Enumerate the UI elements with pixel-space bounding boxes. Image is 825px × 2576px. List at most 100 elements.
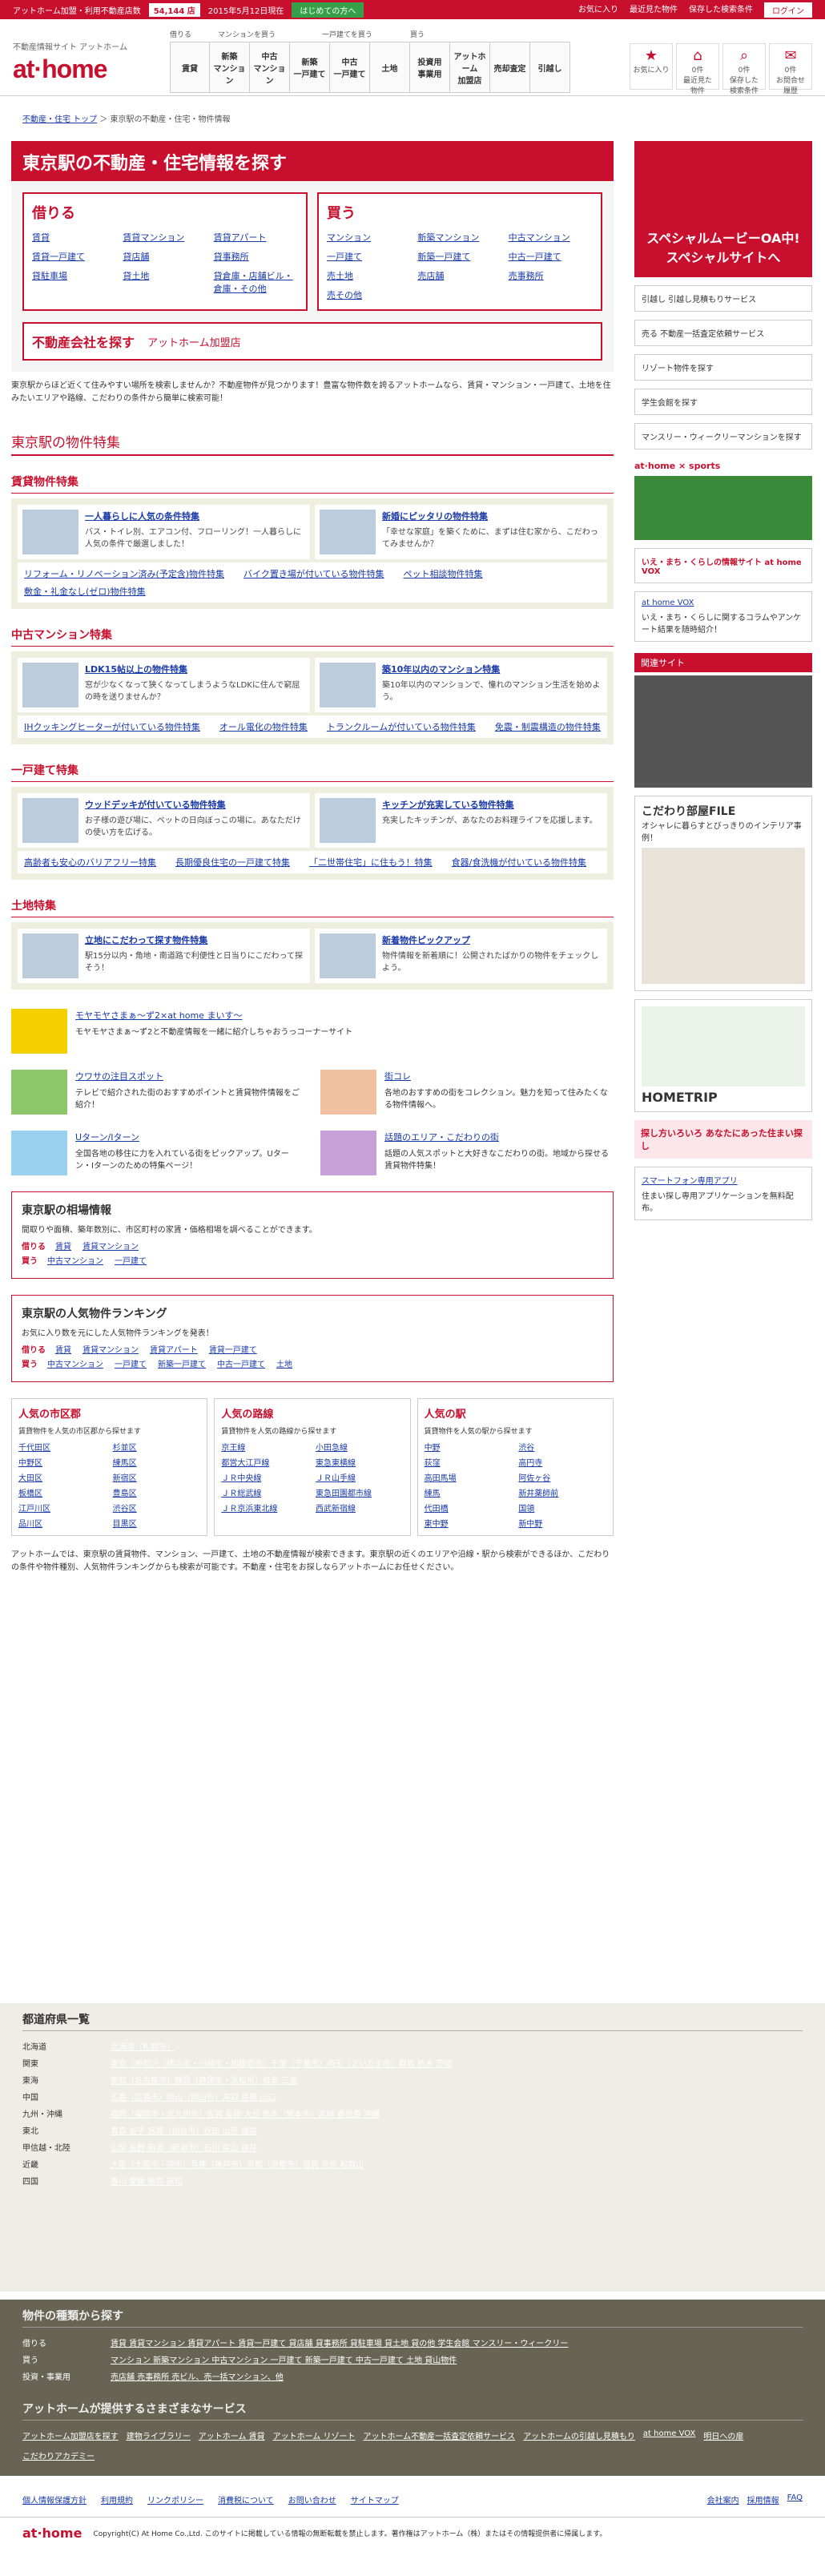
nav-item-7[interactable]: アットホーム 加盟店 [450,42,490,93]
rank-link[interactable]: 板橋区 [18,1486,107,1498]
search-link[interactable]: 売事務所 [509,269,593,282]
footer-link[interactable]: リンクポリシー [147,2493,203,2505]
sidebar-link[interactable]: リゾート物件を探す [634,354,812,381]
sidebar-link[interactable]: 売る 不動産一括査定依頼サービス [634,320,812,346]
saved-search-link[interactable]: 保存した検索条件 [689,2,753,18]
search-link[interactable]: 売土地 [327,269,411,282]
pref-links[interactable]: 山梨 長野 新潟（新潟市）石川 富山 福井 [111,2141,257,2153]
footer-right-link[interactable]: FAQ [787,2493,803,2505]
feature-item[interactable]: キッチンが充実している物件特集 充実したキッチンが、あなたのお料理ライフを応援しま… [315,793,607,848]
pref-links[interactable]: 東京（神奈川（横浜市・川崎市・相模原市）千葉（千葉市）埼玉（さいたま市）群馬 栃… [111,2057,452,2069]
pref-links[interactable]: 愛知（名古屋市）静岡（静岡市・浜松市）岐阜 三重 [111,2074,297,2086]
footer-logo[interactable]: at·home [22,2526,82,2541]
type-links[interactable]: マンション 新築マンション 中古マンション 一戸建て 新築一戸建て 中古一戸建て… [111,2353,457,2365]
link-row-item[interactable]: 新築一戸建て [158,1361,206,1369]
service-link[interactable]: アットホーム不動産一括査定依頼サービス [363,2429,515,2441]
footer-right-link[interactable]: 会社案内 [707,2493,739,2505]
feature-item-title[interactable]: 築10年以内のマンション特集 [382,663,602,675]
pref-links[interactable]: 北海道（札幌市） [111,2040,175,2052]
nav-item-1[interactable]: 新築 マンション [210,42,250,93]
footer-link[interactable]: 利用規約 [101,2493,133,2505]
service-link[interactable]: 明日への扉 [703,2429,743,2441]
service-link[interactable]: 建物ライブラリー [127,2429,191,2441]
rank-link[interactable]: 江戸川区 [18,1502,107,1514]
rank-link[interactable]: 東中野 [425,1517,513,1529]
rank-link[interactable]: 荻窪 [425,1456,513,1468]
search-link[interactable]: 貸店舗 [123,250,207,263]
search-link[interactable]: 売その他 [327,288,411,301]
feature-item[interactable]: 新婚にピッタリの物件特集 「幸せな家庭」を築くために、まずは住む家から、こだわって… [315,505,607,559]
search-link[interactable]: 貸倉庫・店舗ビル・倉庫・その他 [214,269,298,295]
rank-link[interactable]: 豊島区 [113,1486,201,1498]
header-icon-3[interactable]: ✉ 0件 お問合せ 履歴 [769,43,812,95]
rank-link[interactable]: 高田馬場 [425,1471,513,1483]
promo-item[interactable]: モヤモヤさまぁ～ず2×at home まいす～ モヤモヤさまぁ～ず2と不動産情報を… [11,1009,614,1054]
footer-link[interactable]: 個人情報保護方針 [22,2493,87,2505]
rank-link[interactable]: 京王線 [221,1441,309,1453]
search-link[interactable]: 賃貸アパート [214,231,298,244]
hometrip-card[interactable]: HOMETRIP [634,999,812,1112]
rank-link[interactable]: 大田区 [18,1471,107,1483]
rank-link[interactable]: 千代田区 [18,1441,107,1453]
rank-link[interactable]: 渋谷 [518,1441,606,1453]
rank-link[interactable]: 目黒区 [113,1517,201,1529]
link-row-item[interactable]: 一戸建て [115,1257,147,1266]
footer-link[interactable]: 消費税について [218,2493,274,2505]
logo[interactable]: at·home [13,54,107,84]
search-link[interactable]: 賃貸マンション [123,231,207,244]
app-card[interactable]: スマートフォン専用アプリ 住まい探し専用アプリケーションを無料配布。 [634,1167,812,1220]
promo-title[interactable]: モヤモヤさまぁ～ず2×at home まいす～ [75,1010,242,1021]
rank-link[interactable]: 都営大江戸線 [221,1456,309,1468]
link-row-item[interactable]: 一戸建て [115,1361,147,1369]
agent-card[interactable]: 不動産会社を探す アットホーム加盟店 [22,322,602,361]
search-link[interactable]: マンション [327,231,411,244]
feature-link[interactable]: 敷金・礼金なし(ゼロ)物件特集 [24,585,146,598]
rank-link[interactable]: 新井薬師前 [518,1486,606,1498]
feature-link[interactable]: IHクッキングヒーターが付いている物件特集 [24,720,200,733]
pref-links[interactable]: 大阪（大阪市・堺市）兵庫（神戸市）京都（京都市）滋賀 奈良 和歌山 [111,2158,364,2170]
feature-link[interactable]: 高齢者も安心のバリアフリー特集 [24,856,156,869]
nav-item-0[interactable]: 賃貸 [170,42,210,93]
pref-links[interactable]: 青森 岩手 宮城（仙台市）秋田 山形 福島 [111,2124,257,2136]
link-row-item[interactable]: 土地 [276,1361,292,1369]
service-link[interactable]: こだわりアカデミー [22,2449,95,2461]
vox-card[interactable]: at home VOX いえ・まち・くらしに関するコラムやアンケート結果を随時紹介… [634,591,812,642]
rank-link[interactable]: ＪＲ京浜東北線 [221,1502,309,1514]
rank-link[interactable]: 杉並区 [113,1441,201,1453]
recent-link[interactable]: 最近見た物件 [630,2,678,18]
rank-link[interactable]: 渋谷区 [113,1502,201,1514]
rank-link[interactable]: 代田橋 [425,1502,513,1514]
sidebar-link[interactable]: 引越し 引越し見積もりサービス [634,285,812,312]
beginner-link[interactable]: はじめての方へ [292,2,364,18]
feature-item-title[interactable]: ウッドデッキが付いている物件特集 [85,798,305,811]
link-row-item[interactable]: 中古一戸建て [217,1361,265,1369]
link-row-item[interactable]: 賃貸アパート [150,1346,198,1355]
search-link[interactable]: 中古マンション [509,231,593,244]
service-link[interactable]: アットホームの引越し見積もり [523,2429,635,2441]
feature-link[interactable]: バイク置き場が付いている物件特集 [243,567,384,580]
footer-link[interactable]: お問い合わせ [288,2493,336,2505]
search-link[interactable]: 中古一戸建て [509,250,593,263]
rank-link[interactable]: 阿佐ヶ谷 [518,1471,606,1483]
sports-banner[interactable]: at·home × sports [634,461,812,471]
feature-link[interactable]: オール電化の物件特集 [219,720,308,733]
nav-item-4[interactable]: 中古 一戸建て [330,42,370,93]
promo-title[interactable]: Uターン/Iターン [75,1132,139,1143]
login-button[interactable]: ログイン [764,2,812,18]
rank-link[interactable]: 東急田園都市線 [316,1486,404,1498]
search-link[interactable]: 新築一戸建て [417,250,501,263]
breadcrumb-home[interactable]: 不動産・住宅 トップ [22,115,97,124]
search-link[interactable]: 賃貸一戸建て [32,250,116,263]
search-link[interactable]: 賃貸 [32,231,116,244]
pref-links[interactable]: 香川 愛媛 徳島 高知 [111,2175,183,2187]
nav-item-5[interactable]: 土地 [370,42,410,93]
feature-link[interactable]: リフォーム・リノベーション済み(予定含)物件特集 [24,567,224,580]
nav-item-8[interactable]: 売却査定 [490,42,530,93]
header-icon-1[interactable]: ⌂ 0件 最近見た 物件 [676,43,719,95]
special-movie-banner[interactable]: スペシャルムービーOA中! スペシャルサイトへ [634,141,812,277]
pref-links[interactable]: 広島（広島市）岡山（岡山市）鳥取 島根 山口 [111,2090,276,2102]
promo-item[interactable]: 話題のエリア・こだわりの街 話題の人気スポットと大好きなこだわりの街。地域から探せ… [320,1131,614,1175]
feature-item[interactable]: ウッドデッキが付いている物件特集 お子様の遊び場に、ペットの日向ぼっこの場に。あな… [18,793,310,848]
sports-image[interactable] [634,476,812,540]
service-link[interactable]: at home VOX [643,2429,696,2441]
